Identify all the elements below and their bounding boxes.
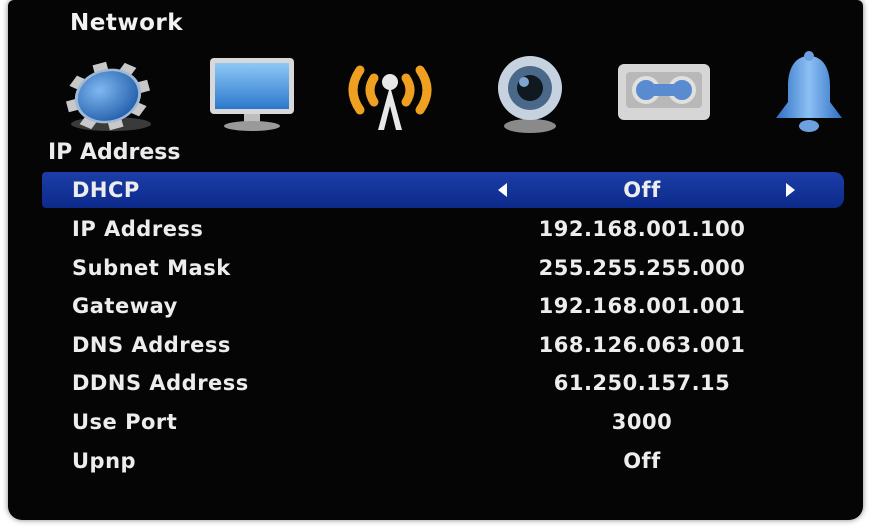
setting-row-dns-address[interactable]: DNS Address 168.126.063.001 — [42, 327, 844, 363]
arrow-right-icon[interactable] — [786, 183, 795, 197]
setting-row-dhcp[interactable]: DHCP Off — [42, 172, 844, 208]
bell-icon — [776, 51, 842, 132]
network-settings-screen: Network IP Address DHCP Off IP Address 1… — [8, 0, 863, 520]
display-icon — [210, 58, 294, 131]
setting-value: 3000 — [611, 410, 673, 434]
setting-value: 61.250.157.15 — [553, 371, 731, 395]
setting-value: Off — [623, 449, 661, 473]
setting-value: 255.255.255.000 — [538, 256, 746, 280]
tab-record[interactable] — [614, 48, 714, 138]
setting-label: Gateway — [72, 294, 178, 318]
setting-label: Upnp — [72, 449, 137, 473]
tab-display[interactable] — [204, 48, 300, 138]
setting-label: DHCP — [72, 178, 140, 202]
page-title: Network — [70, 10, 184, 36]
tab-camera[interactable] — [488, 48, 572, 138]
setting-row-upnp[interactable]: Upnp Off — [42, 443, 844, 479]
setting-label: DNS Address — [72, 333, 231, 357]
setting-row-ip-address[interactable]: IP Address 192.168.001.100 — [42, 211, 844, 247]
tab-network[interactable] — [338, 48, 442, 138]
setting-value: 192.168.001.100 — [538, 217, 746, 241]
setting-row-use-port[interactable]: Use Port 3000 — [42, 404, 844, 440]
setting-row-subnet-mask[interactable]: Subnet Mask 255.255.255.000 — [42, 250, 844, 286]
section-title: IP Address — [48, 140, 181, 165]
setting-label: Subnet Mask — [72, 256, 231, 280]
setting-value: 168.126.063.001 — [538, 333, 746, 357]
network-wireless-icon — [348, 65, 432, 130]
setting-label: IP Address — [72, 217, 204, 241]
setting-value: Off — [623, 178, 661, 202]
recorder-icon — [618, 64, 710, 120]
setting-row-gateway[interactable]: Gateway 192.168.001.001 — [42, 288, 844, 324]
setting-label: Use Port — [72, 410, 178, 434]
setting-value: 192.168.001.001 — [538, 294, 746, 318]
settings-tab-bar — [8, 48, 863, 138]
tab-system[interactable] — [56, 48, 166, 138]
tab-alarm[interactable] — [764, 48, 854, 138]
setting-row-ddns-address[interactable]: DDNS Address 61.250.157.15 — [42, 365, 844, 401]
camera-icon — [498, 56, 562, 133]
setting-label: DDNS Address — [72, 371, 249, 395]
gear-icon — [65, 61, 151, 131]
